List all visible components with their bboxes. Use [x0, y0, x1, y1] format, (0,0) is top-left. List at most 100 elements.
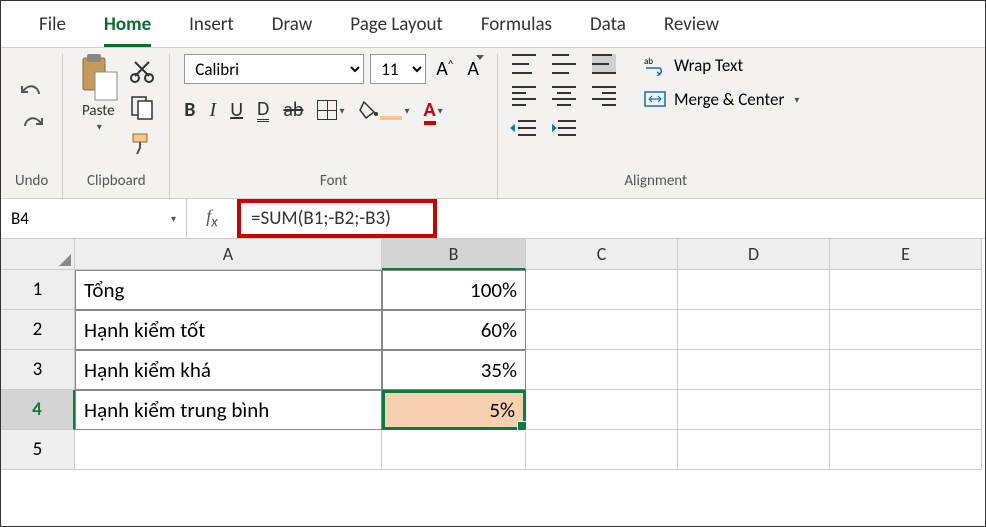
increase-indent-icon[interactable]	[552, 118, 576, 138]
cell-A4[interactable]: Hạnh kiểm trung bình	[75, 390, 382, 430]
wrap-text-button[interactable]: ab Wrap Text	[644, 54, 800, 76]
cell-D1[interactable]	[678, 270, 830, 310]
formula-bar: B4 ▾ fx =SUM(B1;-B2;-B3)	[1, 199, 985, 239]
cell-B3[interactable]: 35%	[382, 350, 526, 390]
strikethrough-button[interactable]: ab	[283, 98, 303, 122]
underline-button[interactable]: U	[230, 98, 243, 122]
name-box-value: B4	[11, 208, 29, 229]
cell-E3[interactable]	[830, 350, 982, 390]
fill-bucket-icon	[358, 100, 380, 120]
cell-A3[interactable]: Hạnh kiểm khá	[75, 350, 382, 390]
formula-input[interactable]: =SUM(B1;-B2;-B3)	[237, 199, 437, 238]
cell-D4[interactable]	[678, 390, 830, 430]
group-clipboard-label: Clipboard	[87, 166, 146, 198]
cell-E5[interactable]	[830, 430, 982, 470]
row-header-1[interactable]: 1	[1, 270, 75, 310]
paste-dropdown-icon[interactable]: ▾	[97, 120, 102, 133]
row-header-3[interactable]: 3	[1, 350, 75, 390]
cell-B1[interactable]: 100%	[382, 270, 526, 310]
increase-font-icon[interactable]: A^	[432, 55, 457, 83]
merge-dropdown-icon[interactable]: ▾	[794, 93, 799, 106]
ribbon: Undo Paste ▾ Clipboard Calibri 11 A^ A	[1, 47, 985, 199]
cell-B4[interactable]: 5%	[382, 390, 526, 430]
wrap-text-label: Wrap Text	[674, 55, 743, 76]
align-left-icon[interactable]	[512, 86, 536, 106]
font-color-dropdown-icon[interactable]: ▾	[438, 104, 443, 117]
tab-insert[interactable]: Insert	[189, 13, 234, 47]
cell-C3[interactable]	[526, 350, 678, 390]
fill-color-button[interactable]: ▾	[358, 100, 409, 120]
group-alignment-label: Alignment	[624, 166, 687, 198]
merge-center-button[interactable]: Merge & Center ▾	[644, 88, 800, 110]
cell-A1[interactable]: Tổng	[75, 270, 382, 310]
merge-center-icon	[644, 88, 666, 110]
tab-home[interactable]: Home	[104, 13, 151, 47]
font-size-select[interactable]: 11	[370, 54, 426, 84]
italic-button[interactable]: I	[210, 99, 217, 122]
col-header-B[interactable]: B	[382, 239, 526, 270]
redo-icon[interactable]	[17, 114, 47, 138]
border-icon	[317, 100, 337, 120]
row-header-2[interactable]: 2	[1, 310, 75, 350]
borders-dropdown-icon[interactable]: ▾	[339, 104, 344, 117]
col-header-D[interactable]: D	[678, 239, 830, 270]
fx-button[interactable]: fx	[187, 206, 237, 232]
font-name-select[interactable]: Calibri	[184, 54, 364, 84]
col-header-C[interactable]: C	[526, 239, 678, 270]
merge-center-label: Merge & Center	[674, 89, 784, 110]
align-right-icon[interactable]	[592, 86, 616, 106]
cell-D3[interactable]	[678, 350, 830, 390]
cell-E4[interactable]	[830, 390, 982, 430]
align-middle-icon[interactable]	[552, 54, 576, 74]
ribbon-tabs: File Home Insert Draw Page Layout Formul…	[1, 1, 985, 47]
tab-draw[interactable]: Draw	[272, 13, 312, 47]
cell-C4[interactable]	[526, 390, 678, 430]
bold-button[interactable]: B	[184, 98, 195, 122]
group-undo-label: Undo	[15, 166, 48, 198]
cell-D5[interactable]	[678, 430, 830, 470]
cell-A5[interactable]	[75, 430, 382, 470]
cell-D2[interactable]	[678, 310, 830, 350]
decrease-font-icon[interactable]: A	[463, 55, 483, 83]
name-box[interactable]: B4 ▾	[1, 199, 187, 239]
cell-B5[interactable]	[382, 430, 526, 470]
cell-C1[interactable]	[526, 270, 678, 310]
group-alignment: ab Wrap Text Merge & Center ▾ Alignment	[498, 54, 814, 198]
format-painter-icon[interactable]	[129, 130, 155, 156]
tab-data[interactable]: Data	[590, 13, 626, 47]
cells-grid: A B C D E 1 Tổng 100% 2 Hạnh kiểm tốt 60…	[1, 239, 985, 470]
font-color-button[interactable]: A▾	[424, 98, 443, 122]
align-bottom-icon[interactable]	[592, 54, 616, 74]
align-top-icon[interactable]	[512, 54, 536, 74]
group-undo: Undo	[1, 54, 63, 198]
select-all-corner[interactable]	[1, 239, 75, 270]
decrease-indent-icon[interactable]	[512, 118, 536, 138]
cell-E1[interactable]	[830, 270, 982, 310]
group-clipboard: Paste ▾ Clipboard	[63, 54, 170, 198]
cell-A2[interactable]: Hạnh kiểm tốt	[75, 310, 382, 350]
paste-label: Paste	[82, 102, 115, 120]
borders-button[interactable]: ▾	[317, 100, 344, 120]
cell-E2[interactable]	[830, 310, 982, 350]
svg-text:ab: ab	[644, 56, 653, 67]
cell-C2[interactable]	[526, 310, 678, 350]
col-header-A[interactable]: A	[75, 239, 382, 270]
row-header-5[interactable]: 5	[1, 430, 75, 470]
cell-B2[interactable]: 60%	[382, 310, 526, 350]
double-underline-button[interactable]: D	[257, 99, 269, 122]
undo-icon[interactable]	[17, 82, 47, 106]
tab-file[interactable]: File	[39, 13, 66, 47]
cell-C5[interactable]	[526, 430, 678, 470]
paste-icon[interactable]	[77, 54, 119, 102]
name-box-dropdown-icon[interactable]: ▾	[171, 212, 176, 225]
tab-page-layout[interactable]: Page Layout	[350, 13, 443, 47]
group-font: Calibri 11 A^ A B I U D ab ▾ ▾ A▾ Font	[170, 54, 498, 198]
copy-icon[interactable]	[129, 94, 155, 120]
tab-formulas[interactable]: Formulas	[481, 13, 552, 47]
cut-icon[interactable]	[129, 58, 155, 84]
row-header-4[interactable]: 4	[1, 390, 75, 430]
align-center-icon[interactable]	[552, 86, 576, 106]
col-header-E[interactable]: E	[830, 239, 982, 270]
fill-dropdown-icon[interactable]: ▾	[404, 104, 409, 117]
tab-review[interactable]: Review	[664, 13, 719, 47]
